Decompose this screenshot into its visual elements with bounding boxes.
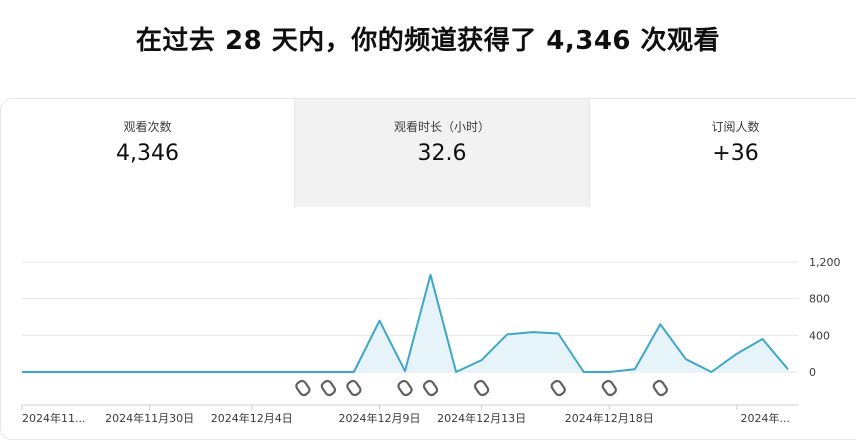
data-point	[531, 330, 535, 334]
y-tick-label: 1,200	[809, 256, 841, 269]
x-tick-label: 2024年11...	[22, 411, 85, 425]
metric-value: 4,346	[116, 141, 179, 166]
data-point	[454, 370, 458, 374]
data-point	[301, 370, 305, 374]
shorts-icon[interactable]	[473, 379, 490, 397]
x-tick-label: 2024年12月18日	[565, 411, 654, 425]
y-tick-label: 800	[809, 293, 830, 306]
data-point	[735, 352, 739, 356]
shorts-icon[interactable]	[346, 379, 362, 397]
x-tick-label: 2024年11月30日	[105, 411, 194, 425]
data-point	[122, 370, 126, 374]
data-point	[607, 370, 611, 374]
y-tick-label: 400	[809, 329, 830, 342]
data-point	[786, 367, 790, 371]
data-point	[658, 322, 662, 326]
data-point	[224, 370, 228, 374]
data-point	[582, 370, 586, 374]
metric-label: 订阅人数	[711, 120, 760, 134]
shorts-icon[interactable]	[397, 379, 413, 397]
series-area	[22, 274, 788, 372]
data-point	[760, 337, 764, 341]
data-point	[556, 332, 560, 336]
data-point	[429, 273, 433, 277]
data-point	[199, 370, 203, 374]
data-point	[326, 370, 330, 374]
data-point	[250, 370, 254, 374]
shorts-icon[interactable]	[652, 379, 668, 397]
shorts-icon[interactable]	[320, 379, 337, 397]
x-tick-label: 2024年12月9日	[338, 411, 420, 425]
data-point	[352, 370, 356, 374]
x-tick-label: 2024年12月13日	[437, 411, 526, 425]
data-point	[684, 357, 688, 361]
data-point	[97, 370, 101, 374]
data-point	[148, 370, 152, 374]
data-point	[709, 370, 713, 374]
data-point	[505, 332, 509, 336]
metric-value: 32.6	[417, 141, 467, 166]
data-point	[275, 370, 279, 374]
metric-tab-watch-time[interactable]: 观看时长（小时） 32.6	[294, 99, 590, 207]
x-tick-label: 2024年12月4日	[211, 411, 293, 425]
shorts-icon[interactable]	[601, 379, 617, 397]
shorts-icon[interactable]	[295, 379, 311, 397]
views-chart: 1,200 800 400 0 2024年11... 2024年11月30日 2024年12…	[20, 256, 841, 425]
data-point	[403, 369, 407, 373]
x-tick-label: 2024年...	[741, 411, 790, 425]
data-point	[20, 370, 24, 374]
data-point	[480, 358, 484, 362]
metric-label: 观看时长（小时）	[393, 120, 490, 134]
data-point	[173, 370, 177, 374]
metric-tab-subscribers[interactable]: 订阅人数 +36	[590, 99, 856, 207]
y-tick-label: 0	[809, 366, 816, 379]
metric-label: 观看次数	[123, 120, 172, 134]
shorts-icon[interactable]	[550, 379, 566, 397]
data-point	[71, 370, 75, 374]
metric-value: +36	[712, 141, 759, 166]
data-point	[633, 367, 637, 371]
data-point	[377, 319, 381, 323]
shorts-icon[interactable]	[422, 379, 439, 397]
page-title: 在过去 28 天内，你的频道获得了 4,346 次观看	[135, 26, 721, 56]
data-point	[46, 370, 50, 374]
metric-tab-views[interactable]: 观看次数 4,346	[1, 99, 294, 207]
